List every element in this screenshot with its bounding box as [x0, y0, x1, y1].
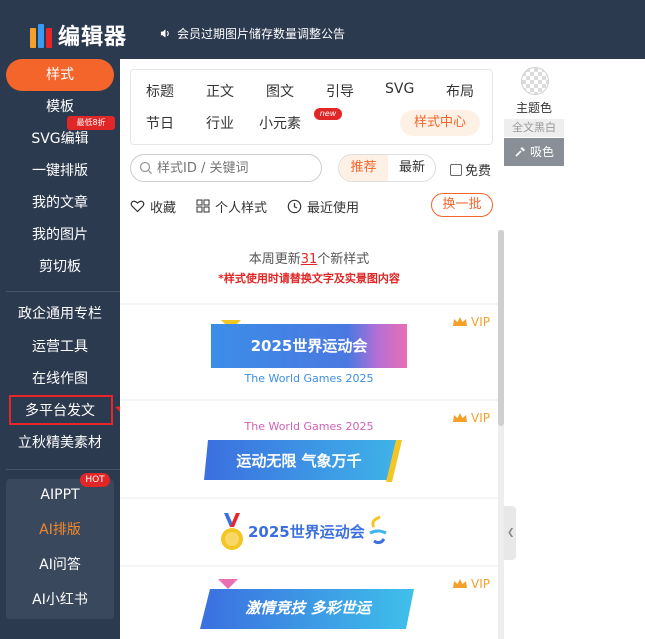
update-warning: *样式使用时请替换文字及实景图内容: [218, 272, 400, 285]
card1-banner: 2025世界运动会: [211, 324, 407, 368]
app-name: 编辑器: [58, 25, 128, 50]
tab-festival[interactable]: 节日: [146, 113, 174, 133]
favorites-filter[interactable]: 收藏: [130, 197, 176, 216]
chevron-left-icon: ❮: [507, 528, 515, 538]
update-title: 本周更新31个新样式: [248, 252, 370, 267]
recent-filter[interactable]: 最近使用: [287, 197, 359, 216]
clock-icon: [287, 199, 302, 213]
medal-icon: [221, 513, 243, 550]
card2-subtitle: The World Games 2025: [244, 420, 374, 433]
card4-title: 激情竞技 多彩世运: [245, 599, 371, 617]
crown-icon: [453, 579, 468, 588]
update-notice: 本周更新31个新样式 *样式使用时请替换文字及实景图内容: [120, 230, 498, 303]
tab-title[interactable]: 标题: [146, 81, 174, 101]
sidebar-item-ai-layout[interactable]: AI排版: [0, 515, 120, 545]
speaker-icon: [160, 29, 169, 38]
sidebar-item-ai-qa[interactable]: AI问答: [0, 550, 120, 580]
personal-styles-filter[interactable]: 个人样式: [196, 197, 267, 216]
search-input[interactable]: [157, 158, 317, 178]
sidebar-item-online-design[interactable]: 在线作图: [0, 364, 120, 394]
free-checkbox[interactable]: [450, 163, 462, 176]
heart-icon: [130, 200, 145, 213]
free-label: 免费: [465, 164, 492, 179]
search-icon: [139, 161, 152, 174]
sidebar-item-ops-tools[interactable]: 运营工具: [0, 332, 120, 362]
sort-toggle: 推荐 最新: [338, 154, 436, 182]
style-card-3[interactable]: 2025世界运动会: [120, 499, 498, 565]
announcement-text: 会员过期图片储存数量调整公告: [177, 27, 346, 41]
sidebar-item-my-articles[interactable]: 我的文章: [0, 188, 120, 218]
refresh-button[interactable]: 换一批: [431, 193, 493, 217]
free-filter[interactable]: 免费: [450, 160, 491, 179]
personal-styles-label: 个人样式: [215, 200, 268, 216]
highlight-box: [9, 395, 113, 425]
eyedropper-icon: [515, 147, 525, 157]
swirl-decoration-icon: [369, 515, 387, 545]
sidebar-item-one-click-layout[interactable]: 一键排版: [0, 156, 120, 186]
card1-title: 2025世界运动会: [250, 337, 368, 355]
recent-label: 最近使用: [307, 200, 360, 216]
vip-badge: VIP: [452, 315, 490, 329]
style-panel: 标题 正文 图文 引导 SVG 布局 节日 行业 小元素 new 样式中心 推荐…: [120, 59, 504, 639]
style-card-2[interactable]: VIP The World Games 2025 运动无限 气象万千: [120, 401, 498, 497]
sidebar-item-gov-column[interactable]: 政企通用专栏: [0, 299, 120, 329]
sidebar-item-styles[interactable]: 样式: [6, 59, 114, 91]
new-badge: new: [314, 108, 342, 120]
grayscale-button[interactable]: 全文黑白: [504, 119, 564, 137]
tab-guide[interactable]: 引导: [326, 81, 354, 101]
vip-badge: VIP: [452, 577, 490, 591]
top-header: 编辑器 会员过期图片储存数量调整公告: [0, 0, 645, 59]
style-center-button[interactable]: 样式中心: [400, 110, 480, 136]
crown-icon: [453, 317, 468, 326]
category-tabs: 标题 正文 图文 引导 SVG 布局 节日 行业 小元素 new 样式中心: [130, 69, 493, 145]
logo[interactable]: 编辑器: [30, 22, 128, 50]
sidebar-item-aippt[interactable]: AIPPT: [0, 480, 120, 510]
sidebar-item-my-images[interactable]: 我的图片: [0, 220, 120, 250]
card3-title: 2025世界运动会: [248, 523, 365, 541]
sidebar-item-ai-xiaohongshu[interactable]: AI小红书: [0, 585, 120, 615]
color-picker-button[interactable]: 吸色: [504, 138, 564, 166]
sidebar-item-clipboard[interactable]: 剪切板: [0, 252, 120, 282]
sort-recommend-button[interactable]: 推荐: [339, 155, 388, 181]
favorites-label: 收藏: [150, 200, 177, 216]
search-box: [130, 154, 322, 182]
tab-image-text[interactable]: 图文: [266, 81, 294, 101]
sidebar: 样式 模板 SVG编辑 最低8折 一键排版 我的文章 我的图片 剪切板 政企通用…: [0, 59, 120, 639]
grid-icon: [196, 199, 210, 213]
discount-badge: 最低8折: [67, 116, 115, 130]
color-picker-label: 吸色: [529, 145, 554, 159]
card1-subtitle: The World Games 2025: [244, 372, 374, 385]
announcement-link[interactable]: 会员过期图片储存数量调整公告: [160, 25, 345, 42]
sidebar-divider: [6, 291, 120, 292]
style-card-1[interactable]: VIP 2025世界运动会 The World Games 2025: [120, 305, 498, 399]
sidebar-divider-2: [6, 469, 120, 470]
filter-bar: 收藏 个人样式 最近使用: [130, 196, 379, 216]
tab-small-elements[interactable]: 小元素: [259, 113, 301, 133]
theme-color-swatch[interactable]: [521, 67, 549, 95]
sidebar-item-autumn-materials[interactable]: 立秋精美素材: [0, 428, 120, 458]
tab-layout[interactable]: 布局: [446, 81, 474, 101]
style-list: 本周更新31个新样式 *样式使用时请替换文字及实景图内容 VIP 2025世界运…: [120, 230, 498, 639]
card2-title: 运动无限 气象万千: [236, 452, 362, 470]
logo-mark-icon: [30, 22, 54, 48]
editor-area: [564, 59, 645, 639]
style-card-4[interactable]: VIP 激情竞技 多彩世运: [120, 567, 498, 639]
tab-svg[interactable]: SVG: [385, 81, 414, 97]
tab-industry[interactable]: 行业: [206, 113, 234, 133]
sort-latest-button[interactable]: 最新: [388, 155, 435, 181]
tab-body[interactable]: 正文: [206, 81, 234, 101]
theme-color-label[interactable]: 主题色: [504, 99, 564, 116]
collapse-panel-button[interactable]: ❮: [504, 506, 516, 560]
